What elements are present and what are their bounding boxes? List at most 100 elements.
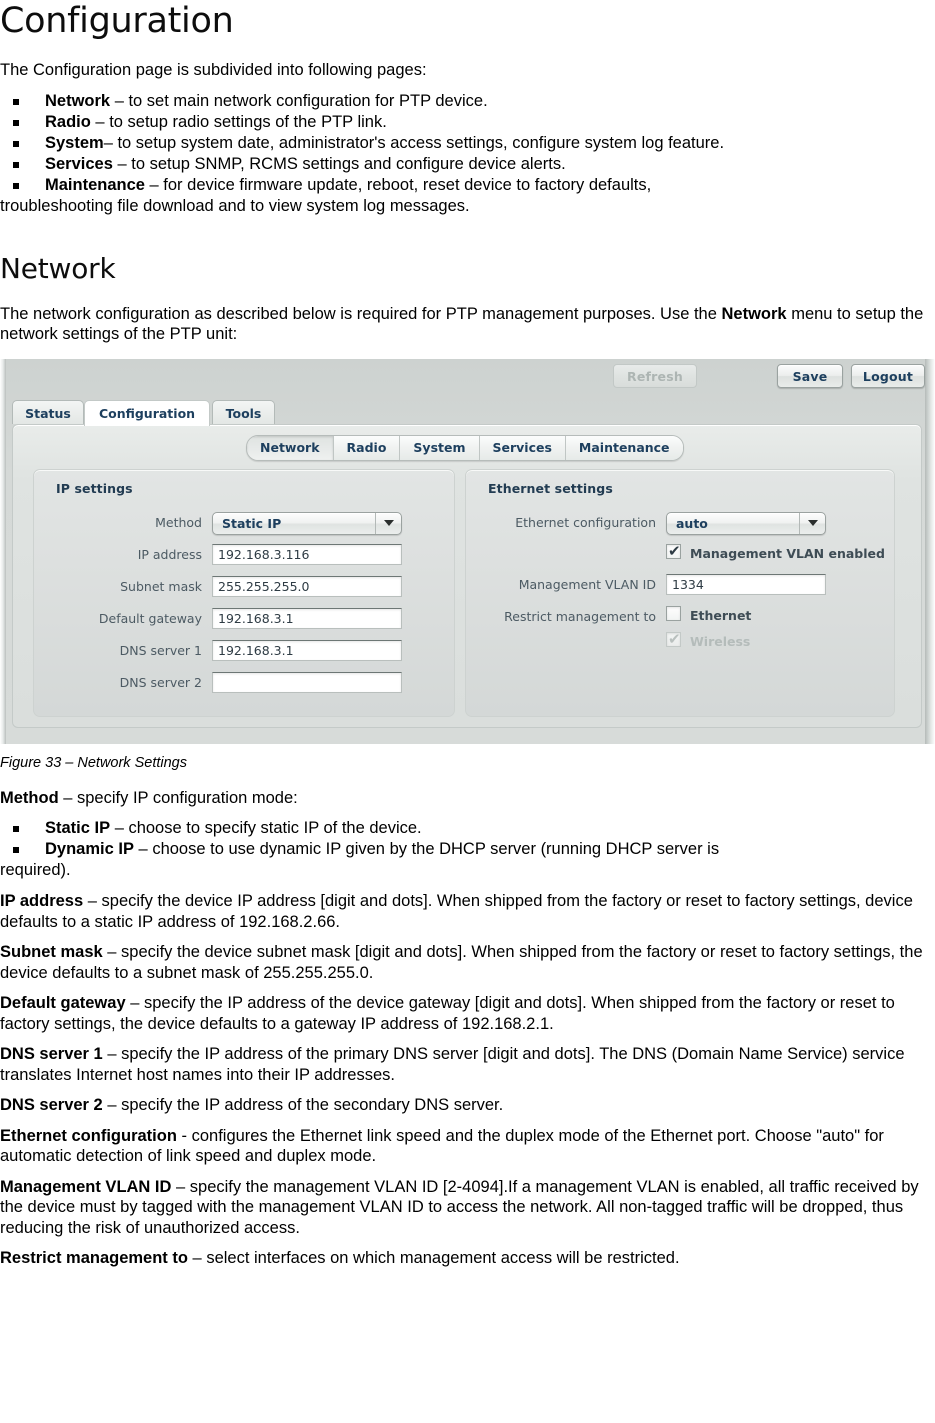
subnet-mask-input[interactable]: 255.255.255.0: [212, 575, 402, 597]
definition-restrict-management-to: Restrict management to – select interfac…: [0, 1248, 935, 1269]
management-vlan-id-input[interactable]: 1334: [666, 573, 826, 595]
restrict-wireless-checkbox: ✔: [666, 629, 681, 648]
device-web-ui: Refresh Save Logout Status Configuration…: [0, 358, 935, 744]
window-right-edge: [925, 358, 935, 744]
field-row-dns1: DNS server 1: [54, 640, 202, 662]
tab-configuration[interactable]: Configuration: [84, 399, 210, 426]
figure-caption: Figure 33 – Network Settings: [0, 754, 187, 771]
field-row-dns2: DNS server 2: [54, 672, 202, 694]
bullet-square-icon: [13, 161, 19, 168]
page-title: Configuration: [0, 1, 234, 41]
method-select[interactable]: Static IP: [212, 511, 402, 535]
list-item: Static IP – choose to specify static IP …: [0, 818, 935, 839]
management-vlan-id-label: Management VLAN ID: [518, 576, 656, 592]
dns-server-2-label: DNS server 2: [119, 674, 202, 690]
list-item-term: Maintenance: [45, 175, 145, 194]
check-icon: ✔: [668, 541, 681, 560]
subtab-radio[interactable]: Radio: [333, 435, 401, 460]
bullet-square-icon: [13, 847, 19, 853]
method-heading: Method – specify IP configuration mode:: [0, 788, 935, 809]
logout-button[interactable]: Logout: [851, 363, 925, 388]
chevron-down-icon: [375, 512, 401, 534]
list-item-term: Services: [45, 154, 113, 173]
subtab-system[interactable]: System: [400, 435, 480, 460]
ip-address-label: IP address: [137, 546, 202, 562]
document-page: Configuration The Configuration page is …: [0, 0, 935, 1423]
list-item-desc: – to setup SNMP, RCMS settings and confi…: [112, 154, 566, 173]
save-button[interactable]: Save: [777, 363, 843, 388]
list-item-term: Static IP: [45, 819, 111, 837]
restrict-wireless-label: Wireless: [690, 633, 751, 649]
definition-desc: – select interfaces on which management …: [187, 1249, 680, 1267]
network-settings-screenshot: Refresh Save Logout Status Configuration…: [0, 358, 935, 744]
definition-term: DNS server 1: [0, 1045, 103, 1063]
list-item: Radio – to setup radio settings of the P…: [0, 112, 935, 133]
list-item: Network – to set main network configurat…: [0, 91, 935, 112]
subtab-maintenance[interactable]: Maintenance: [565, 435, 683, 460]
bullet-square-icon: [13, 182, 19, 189]
restrict-ethernet-label: Ethernet: [690, 607, 752, 623]
network-intro-bold: Network: [721, 304, 787, 323]
subtab-services[interactable]: Services: [479, 435, 566, 460]
subtab-network[interactable]: Network: [247, 435, 334, 460]
ethernet-configuration-select[interactable]: auto: [666, 511, 826, 535]
list-item-term: Radio: [45, 112, 91, 131]
check-icon: ✔: [668, 629, 681, 648]
configuration-pages-list-tail: troubleshooting file download and to vie…: [0, 196, 470, 215]
list-item-term: Network: [45, 91, 111, 110]
ip-settings-title: IP settings: [56, 480, 133, 496]
definition-dns-server-2: DNS server 2 – specify the IP address of…: [0, 1095, 935, 1116]
definition-desc: – specify the IP address of the primary …: [0, 1045, 905, 1084]
method-select-value: Static IP: [222, 515, 282, 531]
definition-term: Default gateway: [0, 994, 126, 1012]
field-row-management-vlan-id: Management VLAN ID: [478, 574, 656, 596]
method-options-list: Static IP – choose to specify static IP …: [0, 818, 935, 860]
list-item: Dynamic IP – choose to use dynamic IP gi…: [0, 839, 935, 860]
list-item-desc: – for device firmware update, reboot, re…: [144, 175, 652, 194]
ip-address-input[interactable]: 192.168.3.116: [212, 543, 402, 565]
list-item-desc: – to setup radio settings of the PTP lin…: [90, 112, 387, 131]
method-heading-desc: – specify IP configuration mode:: [58, 788, 298, 807]
ethernet-settings-title: Ethernet settings: [488, 480, 613, 496]
dns-server-1-label: DNS server 1: [119, 642, 202, 658]
definition-desc: – specify the IP address of the device g…: [0, 994, 895, 1033]
default-gateway-label: Default gateway: [98, 610, 202, 626]
field-row-subnet-mask: Subnet mask: [54, 576, 202, 598]
field-row-method: Method: [54, 512, 202, 534]
list-item-desc: – choose to use dynamic IP given by the …: [133, 840, 720, 858]
definition-ethernet-configuration: Ethernet configuration - configures the …: [0, 1126, 935, 1167]
list-item: Services – to setup SNMP, RCMS settings …: [0, 154, 935, 175]
network-intro-part1: The network configuration as described b…: [0, 304, 722, 323]
window-left-edge: [0, 358, 6, 744]
management-vlan-enabled-checkbox[interactable]: ✔: [666, 541, 681, 560]
section-title-network: Network: [0, 251, 116, 285]
configuration-pages-list: Network – to set main network configurat…: [0, 91, 935, 196]
network-intro-paragraph: The network configuration as described b…: [0, 304, 935, 345]
dns-server-2-input[interactable]: [212, 671, 402, 693]
dns-server-1-input[interactable]: 192.168.3.1: [212, 639, 402, 661]
ip-settings-panel: IP settings Method Static IP IP address …: [33, 468, 455, 717]
ethernet-settings-panel: Ethernet settings Ethernet configuration…: [465, 468, 895, 717]
bullet-square-icon: [13, 140, 19, 147]
definition-term: Ethernet configuration: [0, 1126, 177, 1145]
refresh-button[interactable]: Refresh: [613, 363, 697, 388]
restrict-management-to-label: Restrict management to: [504, 608, 656, 624]
tab-status[interactable]: Status: [12, 399, 84, 424]
definition-desc: – specify the IP address of the secondar…: [102, 1096, 504, 1114]
tab-tools[interactable]: Tools: [212, 399, 275, 424]
list-item-term: System: [45, 133, 104, 152]
intro-paragraph: The Configuration page is subdivided int…: [0, 61, 427, 79]
default-gateway-input[interactable]: 192.168.3.1: [212, 607, 402, 629]
restrict-ethernet-checkbox[interactable]: [666, 605, 681, 621]
